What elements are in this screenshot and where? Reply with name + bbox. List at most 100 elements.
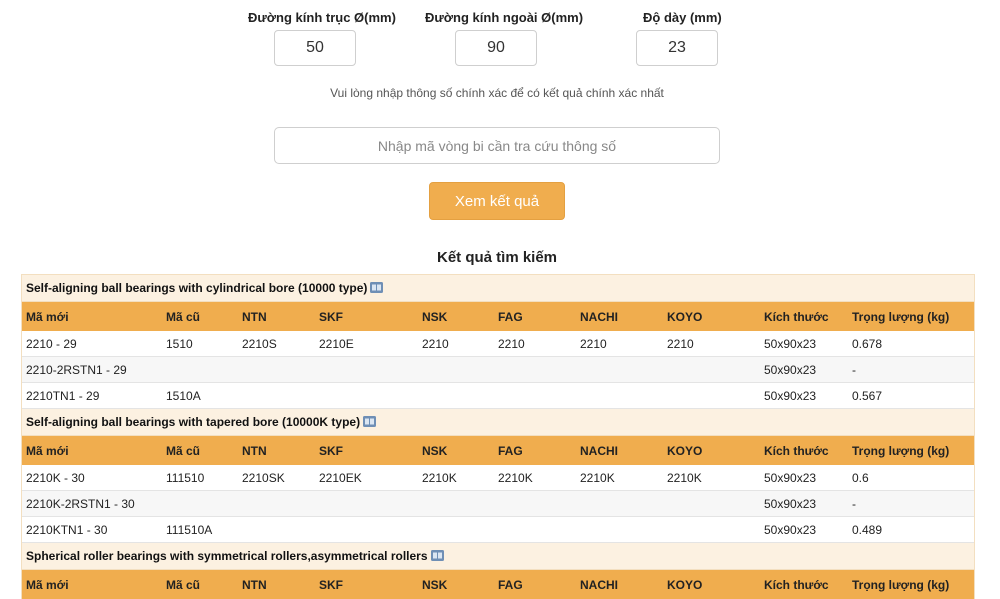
- book-icon[interactable]: [363, 416, 377, 427]
- table-cell: [494, 382, 576, 409]
- table-cell: [238, 356, 315, 383]
- book-icon[interactable]: [430, 550, 444, 561]
- table-cell: [576, 516, 663, 543]
- table-cell: [315, 516, 418, 543]
- book-icon[interactable]: [370, 282, 384, 293]
- table-cell: 0.567: [848, 382, 974, 409]
- column-header: Mã cũ: [162, 570, 238, 599]
- bearing-code-input[interactable]: [274, 127, 720, 164]
- table-cell: 2210: [494, 331, 576, 357]
- table-cell: 1510A: [162, 382, 238, 409]
- table-cell: 2210-2RSTN1 - 29: [22, 356, 162, 383]
- table-cell: [663, 490, 760, 517]
- table-cell: [238, 516, 315, 543]
- table-cell: 2210K: [418, 465, 494, 491]
- column-header: Mã cũ: [162, 436, 238, 465]
- column-header: Mã mới: [22, 436, 162, 465]
- results-title: Kết quả tìm kiếm: [436, 249, 558, 266]
- table-cell: 2210: [663, 331, 760, 357]
- width-label: Độ dày (mm): [643, 10, 722, 25]
- table-cell: 50x90x23: [760, 490, 848, 517]
- column-header: NSK: [418, 570, 494, 599]
- table-row: 2210K-2RSTN1 - 30 50x90x23-: [22, 490, 974, 517]
- column-header: SKF: [315, 436, 418, 465]
- table-cell: 2210K: [494, 465, 576, 491]
- table-row: 2210K - 30 111510 2210SK 2210EK 2210K 2210K 22…: [22, 465, 974, 491]
- column-header: NTN: [238, 302, 315, 331]
- table-cell: -: [848, 490, 974, 517]
- table-row: 2210-2RSTN1 - 29 50x90x23-: [22, 356, 974, 383]
- table-cell: [162, 356, 238, 383]
- table-cell: [418, 516, 494, 543]
- table-cell: [663, 516, 760, 543]
- column-header: SKF: [315, 302, 418, 331]
- table-cell: 2210K-2RSTN1 - 30: [22, 490, 162, 517]
- column-header: FAG: [494, 436, 576, 465]
- table-cell: [238, 490, 315, 517]
- column-header: NACHI: [576, 570, 663, 599]
- table-cell: 2210: [576, 331, 663, 357]
- table-cell: 50x90x23: [760, 516, 848, 543]
- table-cell: 1510: [162, 331, 238, 357]
- column-header: FAG: [494, 302, 576, 331]
- table-cell: [576, 490, 663, 517]
- column-header: Kích thước: [760, 436, 848, 465]
- table-cell: [576, 356, 663, 383]
- results-container: Self-aligning ball bearings with cylindr…: [21, 274, 975, 599]
- table-cell: 2210E: [315, 331, 418, 357]
- form-hint: Vui lòng nhập thông số chính xác để có k…: [330, 86, 664, 100]
- table-cell: 2210KTN1 - 30: [22, 516, 162, 543]
- bearing-table: Mã mới Mã cũ NTN SKF NSK FAG NACHI KOYO Kích thư…: [22, 436, 974, 543]
- table-cell: 2210K - 30: [22, 465, 162, 491]
- view-results-button[interactable]: Xem kết quả: [429, 182, 565, 220]
- section-title-text: Self-aligning ball bearings with cylindr…: [26, 281, 368, 295]
- section-title: Spherical roller bearings with symmetric…: [22, 543, 974, 570]
- column-header: SKF: [315, 570, 418, 599]
- table-cell: 2210TN1 - 29: [22, 382, 162, 409]
- column-header: Mã mới: [22, 570, 162, 599]
- table-row: 2210 - 29 1510 2210S 2210E 2210 2210 2210 2210 5…: [22, 331, 974, 357]
- table-cell: [315, 382, 418, 409]
- shaft-diameter-input[interactable]: [274, 30, 356, 66]
- table-cell: 2210EK: [315, 465, 418, 491]
- table-row: 2210TN1 - 29 1510A 50x90x23 0.567: [22, 382, 974, 409]
- outer-diameter-label: Đường kính ngoài Ø(mm): [425, 10, 584, 25]
- table-cell: 2210: [418, 331, 494, 357]
- column-header: NTN: [238, 436, 315, 465]
- table-cell: 0.678: [848, 331, 974, 357]
- table-cell: 50x90x23: [760, 356, 848, 383]
- width-input[interactable]: [636, 30, 718, 66]
- column-header: KOYO: [663, 302, 760, 331]
- bearing-table: Mã mới Mã cũ NTN SKF NSK FAG NACHI KOYO Kích thư…: [22, 570, 974, 599]
- column-header: KOYO: [663, 570, 760, 599]
- table-cell: 50x90x23: [760, 465, 848, 491]
- column-header: NSK: [418, 302, 494, 331]
- table-cell: [663, 356, 760, 383]
- table-header-row: Mã mới Mã cũ NTN SKF NSK FAG NACHI KOYO Kích thư…: [22, 436, 974, 465]
- table-cell: 50x90x23: [760, 382, 848, 409]
- column-header: NSK: [418, 436, 494, 465]
- column-header: Kích thước: [760, 302, 848, 331]
- section-title: Self-aligning ball bearings with cylindr…: [22, 275, 974, 302]
- table-cell: [418, 382, 494, 409]
- table-cell: [494, 516, 576, 543]
- table-cell: [494, 356, 576, 383]
- table-cell: [315, 356, 418, 383]
- section-title-text: Self-aligning ball bearings with tapered…: [26, 415, 361, 429]
- bearing-table: Mã mới Mã cũ NTN SKF NSK FAG NACHI KOYO Kích thư…: [22, 302, 974, 409]
- shaft-diameter-label: Đường kính trục Ø(mm): [248, 10, 396, 25]
- column-header: Kích thước: [760, 570, 848, 599]
- table-cell: [238, 382, 315, 409]
- column-header: FAG: [494, 570, 576, 599]
- section-title-text: Spherical roller bearings with symmetric…: [26, 549, 428, 563]
- column-header: Trọng lượng (kg): [848, 302, 974, 331]
- table-cell: -: [848, 356, 974, 383]
- column-header: KOYO: [663, 436, 760, 465]
- table-cell: 2210K: [576, 465, 663, 491]
- column-header: NTN: [238, 570, 315, 599]
- table-cell: 0.489: [848, 516, 974, 543]
- column-header: NACHI: [576, 302, 663, 331]
- section-title: Self-aligning ball bearings with tapered…: [22, 409, 974, 436]
- column-header: Mã mới: [22, 302, 162, 331]
- outer-diameter-input[interactable]: [455, 30, 537, 66]
